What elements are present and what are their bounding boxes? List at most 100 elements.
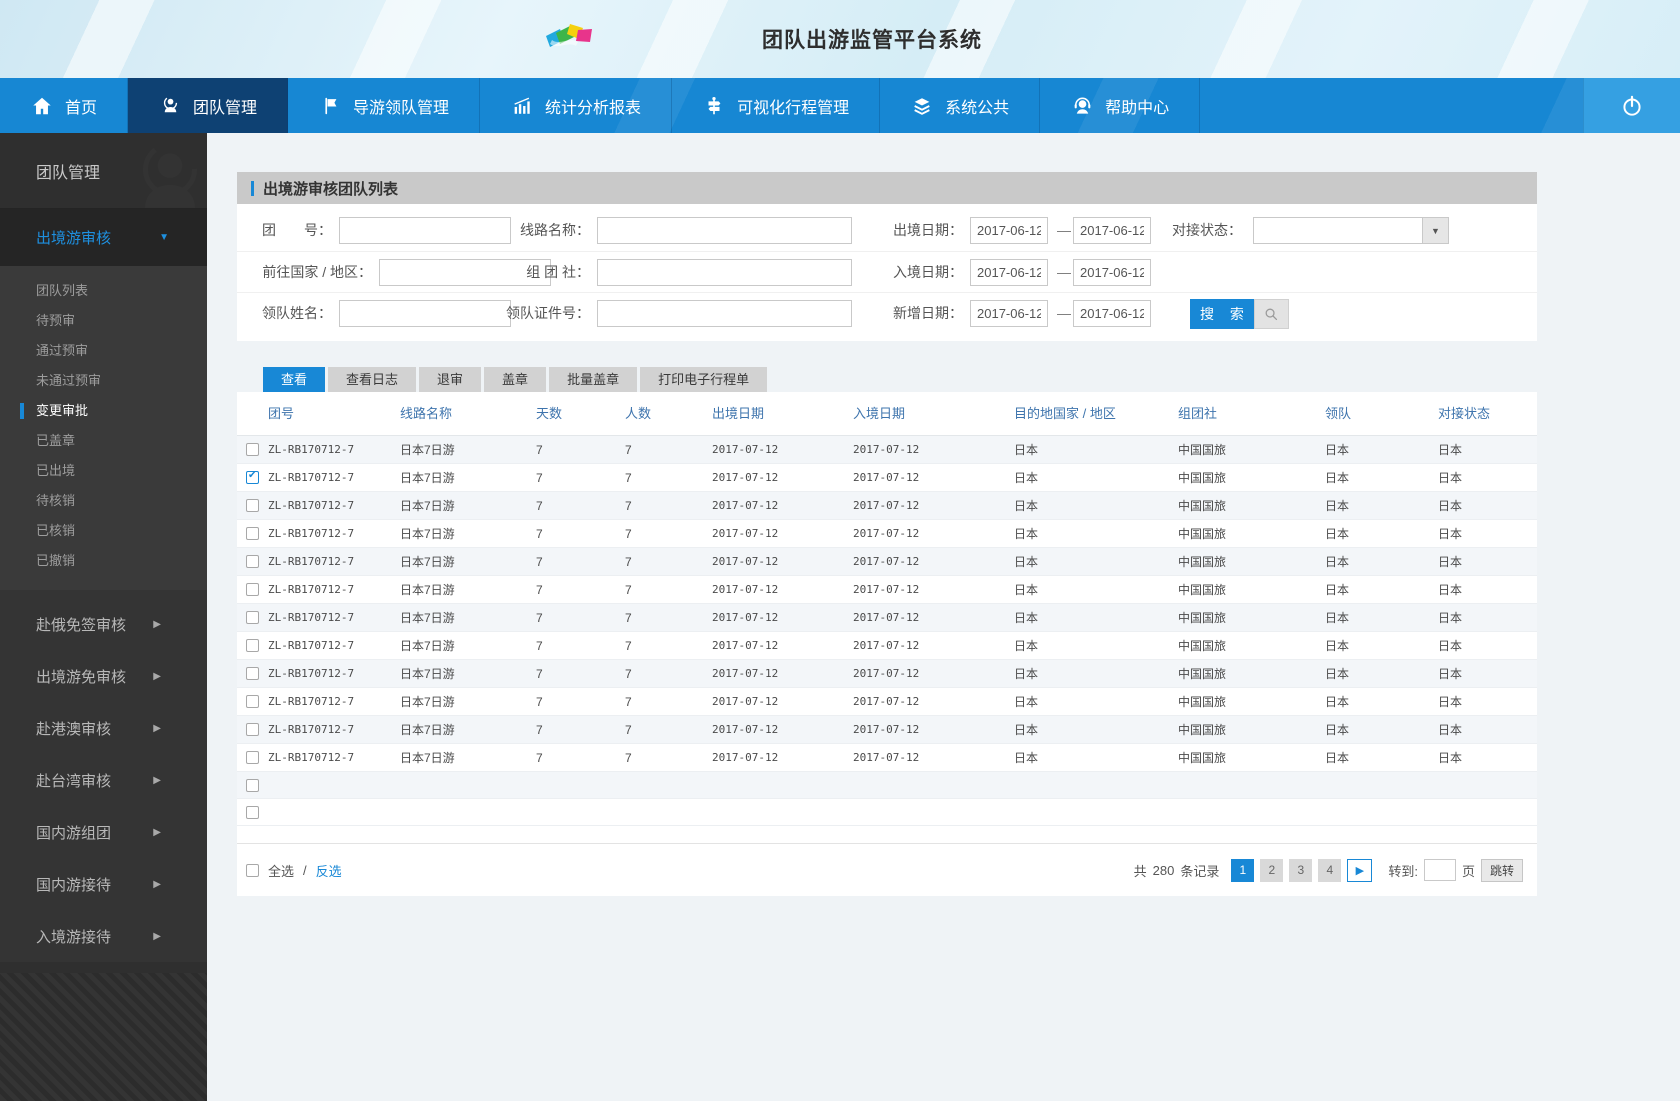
nav-item-guide[interactable]: 导游领队管理 xyxy=(288,78,481,133)
entry-date-from-input[interactable] xyxy=(970,259,1048,286)
sidebar-subitem[interactable]: 通过预审 xyxy=(0,336,207,366)
page-button-1[interactable]: 1 xyxy=(1231,858,1255,882)
table-row: ZL-RB170712-7 日本7日游 7 7 2017-07-12 2017-07-12… xyxy=(237,660,1537,688)
cell-return: 2017-07-12 xyxy=(853,443,920,456)
nav-item-help[interactable]: 帮助中心 xyxy=(1040,78,1201,133)
sidebar-subitem[interactable]: 已核销 xyxy=(0,516,207,546)
table-footer: 全选 / 反选 共 280 条记录 1234 ▶ 转到: 页 跳转 xyxy=(237,843,1537,896)
sidebar-group[interactable]: 出境游免审核 ▶ xyxy=(0,650,207,702)
sidebar-subitem[interactable]: 已撤销 xyxy=(0,546,207,576)
main-content: 出境游审核团队列表 团 号： 线路名称： 出境日期： — 对接状态： ▼ xyxy=(207,133,1680,1101)
leader-id-input[interactable] xyxy=(597,300,852,327)
group-no-input[interactable] xyxy=(339,217,511,244)
cell-days: 7 xyxy=(536,443,543,457)
tab-5[interactable]: 打印电子行程单 xyxy=(640,367,768,392)
search-row-3: 领队姓名： 领队证件号： 新增日期： — 搜 索 xyxy=(237,292,1537,333)
row-checkbox[interactable] xyxy=(246,583,259,596)
row-checkbox[interactable] xyxy=(246,470,259,484)
dock-status-select[interactable]: ▼ xyxy=(1253,217,1449,244)
sidebar-group[interactable]: 国内游接待 ▶ xyxy=(0,858,207,910)
cell-agency: 中国国旅 xyxy=(1178,611,1227,625)
cell-route: 日本7日游 xyxy=(400,723,455,737)
tab-2[interactable]: 退审 xyxy=(419,367,482,392)
sidebar-subitem[interactable]: 待核销 xyxy=(0,486,207,516)
cell-agency: 中国国旅 xyxy=(1178,443,1227,457)
cell-return: 2017-07-12 xyxy=(853,555,920,568)
row-checkbox[interactable] xyxy=(246,667,259,680)
cell-destination: 日本 xyxy=(1014,471,1039,485)
date-separator: — xyxy=(1057,264,1071,280)
sidebar-subitem[interactable]: 变更审批 xyxy=(0,396,207,426)
row-checkbox-cell xyxy=(237,464,268,491)
sidebar-group[interactable]: 赴俄免签审核 ▶ xyxy=(0,598,207,650)
nav-item-system[interactable]: 系统公共 xyxy=(880,78,1041,133)
cell-status: 日本 xyxy=(1438,527,1463,541)
select-caret-icon[interactable]: ▼ xyxy=(1422,218,1448,243)
select-all-label[interactable]: 全选 xyxy=(268,861,294,880)
sidebar-group[interactable]: 赴港澳审核 ▶ xyxy=(0,702,207,754)
row-checkbox[interactable] xyxy=(246,443,259,456)
entry-date-to-input[interactable] xyxy=(1073,259,1151,286)
invert-select-link[interactable]: 反选 xyxy=(316,861,342,880)
select-all-checkbox[interactable] xyxy=(246,863,259,877)
sidebar-menu-outbound-audit[interactable]: 出境游审核 ▼ xyxy=(0,208,207,266)
sidebar-subitem[interactable]: 已出境 xyxy=(0,456,207,486)
search-icon-button[interactable] xyxy=(1254,299,1289,329)
row-checkbox[interactable] xyxy=(246,805,259,819)
sidebar-subitem[interactable]: 待预审 xyxy=(0,306,207,336)
expand-right-icon: ▶ xyxy=(153,826,161,838)
row-checkbox[interactable] xyxy=(246,611,259,624)
sidebar-group-label: 赴港澳审核 xyxy=(36,720,112,738)
column-header: 入境日期 xyxy=(853,406,906,421)
page-button-4[interactable]: 4 xyxy=(1318,858,1342,882)
goto-page-input[interactable] xyxy=(1423,859,1456,881)
tab-1[interactable]: 查看日志 xyxy=(328,367,417,392)
sidebar-group[interactable]: 入境游接待 ▶ xyxy=(0,910,207,962)
page-button-3[interactable]: 3 xyxy=(1289,858,1313,882)
nav-item-team[interactable]: 团队管理 xyxy=(128,78,289,133)
row-checkbox[interactable] xyxy=(246,751,259,764)
page-button-2[interactable]: 2 xyxy=(1260,858,1284,882)
row-checkbox[interactable] xyxy=(246,555,259,568)
cell-agency: 中国国旅 xyxy=(1178,723,1227,737)
expand-right-icon: ▶ xyxy=(153,774,161,786)
sidebar-subitem[interactable]: 已盖章 xyxy=(0,426,207,456)
row-checkbox[interactable] xyxy=(246,527,259,540)
cell-days: 7 xyxy=(536,471,543,485)
added-date-to-input[interactable] xyxy=(1073,300,1151,327)
route-name-input[interactable] xyxy=(597,217,852,244)
nav-item-stats[interactable]: 统计分析报表 xyxy=(480,78,673,133)
cell-people: 7 xyxy=(625,583,632,597)
leader-name-input[interactable] xyxy=(339,300,511,327)
row-checkbox[interactable] xyxy=(246,499,259,512)
sidebar-subitem[interactable]: 未通过预审 xyxy=(0,366,207,396)
tab-4[interactable]: 批量盖章 xyxy=(549,367,638,392)
search-button[interactable]: 搜 索 xyxy=(1190,299,1254,329)
sidebar-subitem[interactable]: 团队列表 xyxy=(0,276,207,306)
depart-date-from-input[interactable] xyxy=(970,217,1048,244)
jump-button[interactable]: 跳转 xyxy=(1480,858,1523,882)
tab-3[interactable]: 盖章 xyxy=(484,367,547,392)
agency-input[interactable] xyxy=(597,259,852,286)
nav-item-visual[interactable]: 可视化行程管理 xyxy=(672,78,881,133)
added-date-from-input[interactable] xyxy=(970,300,1048,327)
column-header: 团号 xyxy=(268,406,295,421)
row-checkbox-cell xyxy=(237,436,268,463)
sidebar-group[interactable]: 国内游组团 ▶ xyxy=(0,806,207,858)
cell-people: 7 xyxy=(625,555,632,569)
nav-item-home[interactable]: 首页 xyxy=(0,78,129,133)
row-checkbox-cell xyxy=(237,772,268,798)
expand-right-icon: ▶ xyxy=(153,618,161,630)
tab-0[interactable]: 查看 xyxy=(263,367,326,392)
row-checkbox[interactable] xyxy=(246,639,259,652)
power-button[interactable] xyxy=(1583,78,1680,133)
row-checkbox[interactable] xyxy=(246,695,259,708)
chevron-down-icon: ▼ xyxy=(159,232,169,243)
select-all-group: 全选 / 反选 xyxy=(246,861,342,880)
row-checkbox-cell xyxy=(237,688,268,715)
row-checkbox[interactable] xyxy=(246,778,259,792)
row-checkbox[interactable] xyxy=(246,723,259,736)
team-watermark-icon xyxy=(142,142,198,208)
sidebar-group[interactable]: 赴台湾审核 ▶ xyxy=(0,754,207,806)
next-page-button[interactable]: ▶ xyxy=(1347,858,1373,882)
